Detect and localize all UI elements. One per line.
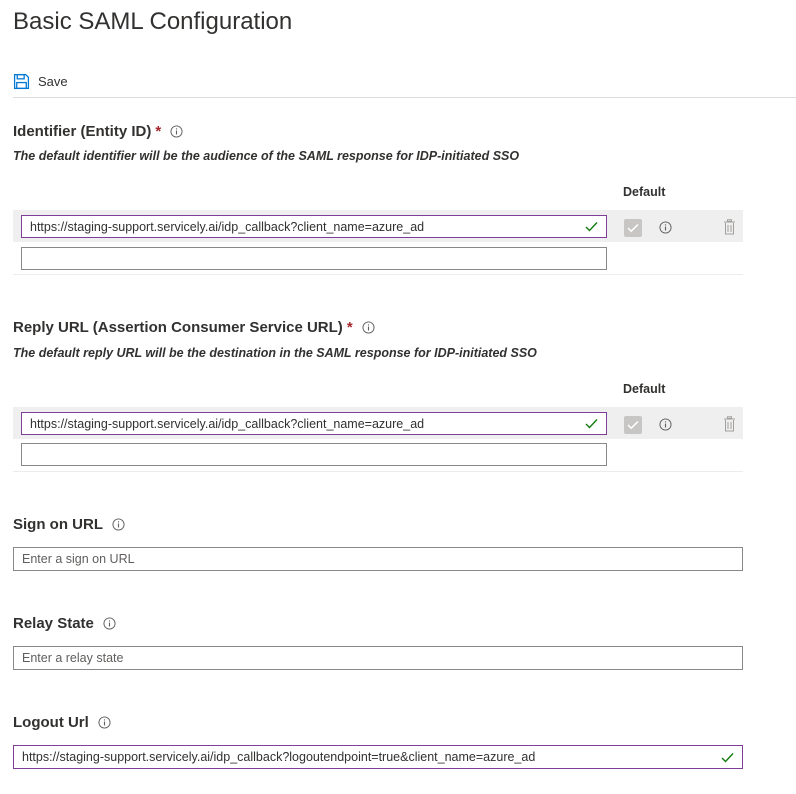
checkmark-icon [721,752,734,763]
logout-url-value: https://staging-support.servicely.ai/idp… [22,750,536,764]
relay-state-placeholder: Enter a relay state [22,651,124,665]
reply-url-section-title: Reply URL (Assertion Consumer Service UR… [13,317,375,337]
sign-on-url-title: Sign on URL [13,515,103,533]
default-checkbox[interactable] [624,416,642,434]
relay-state-section-title: Relay State [13,613,116,633]
toolbar-divider [13,97,796,98]
reply-url-input[interactable]: https://staging-support.servicely.ai/idp… [21,412,607,435]
identifier-new-input[interactable] [21,247,607,270]
info-icon[interactable] [170,124,183,138]
sign-on-url-section-title: Sign on URL [13,514,125,534]
identifier-divider [13,274,743,275]
info-icon[interactable] [98,715,111,729]
sign-on-url-input[interactable]: Enter a sign on URL [13,547,743,571]
command-bar: Save [13,66,68,96]
checkbox-checked-icon [627,420,639,430]
save-button[interactable]: Save [13,73,68,90]
reply-url-value: https://staging-support.servicely.ai/idp… [30,416,425,431]
checkmark-icon [585,221,598,232]
save-icon [13,73,30,90]
delete-icon[interactable] [722,415,736,432]
page-title: Basic SAML Configuration [13,8,293,35]
sign-on-url-placeholder: Enter a sign on URL [22,552,135,566]
info-icon[interactable] [112,517,125,531]
identifier-input[interactable]: https://staging-support.servicely.ai/idp… [21,215,607,238]
info-icon[interactable] [103,616,116,630]
info-icon[interactable] [362,320,375,334]
identifier-value: https://staging-support.servicely.ai/idp… [30,219,425,234]
checkbox-checked-icon [627,223,639,233]
default-column-header: Default [623,382,666,396]
logout-url-title: Logout Url [13,713,89,731]
delete-icon[interactable] [722,218,736,235]
save-label: Save [38,73,68,89]
identifier-title: Identifier (Entity ID) [13,122,152,140]
reply-url-new-input[interactable] [21,443,607,466]
relay-state-title: Relay State [13,614,94,632]
relay-state-input[interactable]: Enter a relay state [13,646,743,670]
logout-url-input[interactable]: https://staging-support.servicely.ai/idp… [13,745,743,769]
reply-url-description: The default reply URL will be the destin… [13,346,537,360]
required-asterisk: * [155,122,162,140]
required-asterisk: * [346,318,353,336]
reply-url-title: Reply URL (Assertion Consumer Service UR… [13,318,343,336]
default-column-header: Default [623,185,666,199]
checkmark-icon [585,418,598,429]
logout-url-section-title: Logout Url [13,712,111,732]
default-checkbox[interactable] [624,219,642,237]
reply-url-divider [13,471,743,472]
identifier-section-title: Identifier (Entity ID) * [13,121,183,141]
info-icon[interactable] [658,417,672,431]
info-icon[interactable] [658,220,672,234]
identifier-description: The default identifier will be the audie… [13,149,520,163]
